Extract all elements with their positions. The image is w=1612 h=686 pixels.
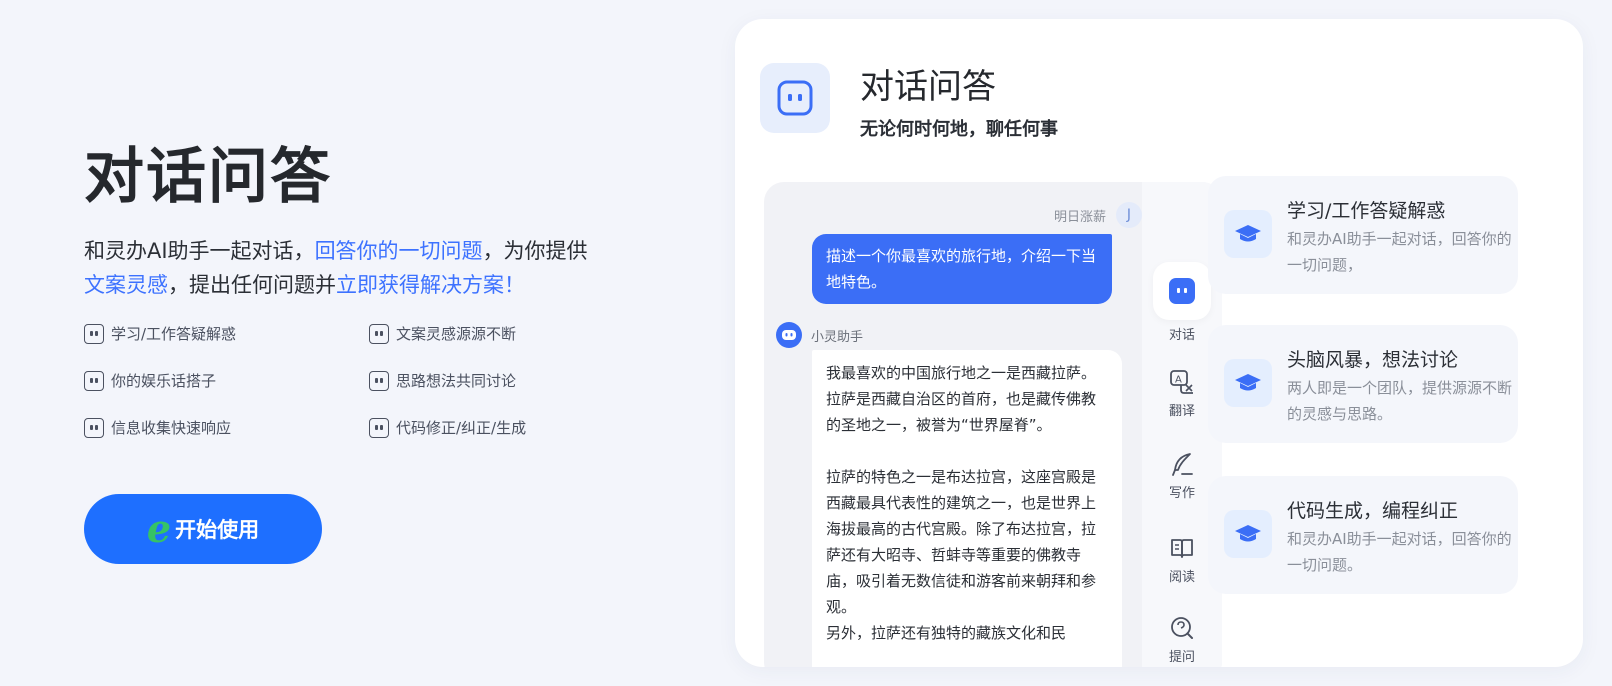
hero-description: 和灵办AI助手一起对话，回答你的一切问题，为你提供文案灵感，提出任何问题并立即获… — [84, 234, 644, 302]
chat-preview: 明日涨薪 J 描述一个你最喜欢的旅行地，介绍一下当地特色。 小灵助手 我最喜欢的… — [764, 182, 1222, 667]
browser-e-logo-icon: e — [146, 506, 172, 551]
hero-title: 对话问答 — [84, 142, 332, 212]
feature-item: 信息收集快速响应 — [84, 416, 369, 439]
user-message-bubble: 描述一个你最喜欢的旅行地，介绍一下当地特色。 — [812, 234, 1112, 304]
user-avatar: J — [1116, 202, 1142, 228]
feature-card: 头脑风暴，想法讨论 两人即是一个团队，提供源源不断的灵感与思路。 — [1208, 325, 1518, 443]
hero-desc-highlight-2: 文案灵感 — [84, 273, 168, 297]
feature-card-desc: 两人即是一个团队，提供源源不断的灵感与思路。 — [1287, 379, 1513, 423]
translate-icon: A — [1170, 370, 1193, 394]
user-header: 明日涨薪 J — [1054, 202, 1142, 228]
feature-card-title: 代码生成，编程纠正 — [1287, 500, 1459, 522]
robot-face-icon — [760, 63, 830, 133]
graduation-cap-icon — [1224, 359, 1272, 407]
svg-text:A: A — [1175, 375, 1182, 386]
assistant-paragraph: 我最喜欢的中国旅行地之一是西藏拉萨。拉萨是西藏自治区的首府，也是藏传佛教的圣地之… — [826, 364, 1097, 434]
hero-desc-text-1: 和灵办AI助手一起对话， — [84, 239, 315, 263]
feature-showcase-card: 对话问答 无论何时何地，聊任何事 明日涨薪 J 描述一个你最喜欢的旅行地，介绍一… — [735, 19, 1583, 667]
search-question-icon — [1171, 617, 1193, 639]
bot-header: 小灵助手 — [776, 322, 863, 348]
feature-list: 学习/工作答疑解惑 文案灵感源源不断 你的娱乐话搭子 思路想法共同讨论 信息收集… — [84, 322, 604, 439]
assistant-message-bubble: 我最喜欢的中国旅行地之一是西藏拉萨。拉萨是西藏自治区的首府，也是藏传佛教的圣地之… — [812, 350, 1122, 667]
quill-icon — [1172, 453, 1193, 476]
assistant-paragraph: 拉萨的特色之一是布达拉宫，这座宫殿是西藏最具代表性的建筑之一，也是世界上海拔最高… — [826, 468, 1097, 616]
robot-face-icon — [84, 323, 104, 344]
hero-desc-text-3: ，提出任何问题并 — [168, 273, 336, 297]
feature-card: 学习/工作答疑解惑 和灵办AI助手一起对话，回答你的一切问题， — [1208, 176, 1518, 294]
feature-item: 你的娱乐话搭子 — [84, 369, 369, 392]
card-subtitle: 无论何时何地，聊任何事 — [860, 119, 1058, 140]
start-button[interactable]: e 开始使用 — [84, 494, 322, 564]
robot-face-icon — [84, 417, 104, 438]
feature-item: 学习/工作答疑解惑 — [84, 322, 369, 345]
hero-desc-text-2: ，为你提供 — [482, 239, 588, 263]
feature-item: 文案灵感源源不断 — [369, 322, 604, 345]
assistant-avatar-icon — [776, 322, 802, 348]
feature-card-title: 学习/工作答疑解惑 — [1287, 200, 1446, 222]
robot-face-icon — [369, 370, 389, 391]
robot-face-icon — [84, 370, 104, 391]
chat-bot-icon — [1153, 262, 1211, 320]
sidebar-item-ask[interactable]: 提问 — [1142, 614, 1222, 665]
feature-card-desc: 和灵办AI助手一起对话，回答你的一切问题， — [1287, 230, 1512, 274]
feature-label: 学习/工作答疑解惑 — [111, 325, 237, 343]
book-icon — [1171, 539, 1193, 558]
assistant-name: 小灵助手 — [811, 329, 864, 345]
assistant-paragraph: 另外，拉萨还有独特的藏族文化和民 — [826, 624, 1067, 642]
feature-item: 思路想法共同讨论 — [369, 369, 604, 392]
graduation-cap-icon — [1224, 510, 1272, 558]
card-title: 对话问答 — [860, 67, 996, 107]
feature-card-title: 头脑风暴，想法讨论 — [1287, 349, 1459, 371]
start-button-label: 开始使用 — [175, 518, 260, 542]
feature-item: 代码修正/纠正/生成 — [369, 416, 604, 439]
feature-label: 代码修正/纠正/生成 — [396, 419, 527, 437]
user-name: 明日涨薪 — [1053, 209, 1106, 225]
feature-card: 代码生成，编程纠正 和灵办AI助手一起对话，回答你的一切问题。 — [1208, 476, 1518, 594]
robot-face-icon — [369, 323, 389, 344]
sidebar-item-label: 提问 — [1168, 650, 1195, 665]
hero-desc-highlight-1: 回答你的一切问题 — [314, 239, 483, 263]
feature-label: 信息收集快速响应 — [111, 419, 232, 437]
feature-label: 文案灵感源源不断 — [396, 325, 517, 343]
robot-face-icon — [369, 417, 389, 438]
hero-desc-highlight-3: 立即获得解决方案！ — [336, 273, 525, 297]
feature-label: 思路想法共同讨论 — [396, 372, 517, 390]
feature-label: 你的娱乐话搭子 — [111, 372, 217, 390]
feature-card-desc: 和灵办AI助手一起对话，回答你的一切问题。 — [1287, 530, 1512, 574]
graduation-cap-icon — [1224, 210, 1272, 258]
